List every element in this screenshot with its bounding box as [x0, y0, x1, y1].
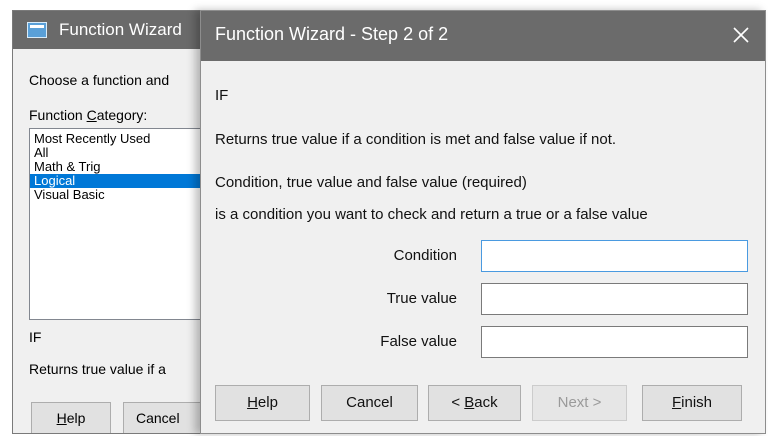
- condition-input[interactable]: [481, 240, 748, 272]
- background-window-title: Function Wizard: [59, 20, 182, 39]
- help-button[interactable]: Help: [215, 385, 310, 421]
- function-category-label: Function Category:: [29, 107, 148, 123]
- next-button[interactable]: Next >: [532, 385, 627, 421]
- cancel-button[interactable]: Cancel: [321, 385, 418, 421]
- category-item-most-recently-used[interactable]: Most Recently Used: [30, 132, 218, 146]
- app-window-icon: [27, 22, 47, 38]
- background-wizard-window[interactable]: Function Wizard Choose a function and Fu…: [12, 10, 222, 434]
- category-item-math-trig[interactable]: Math & Trig: [30, 160, 218, 174]
- finish-button[interactable]: Finish: [642, 385, 742, 421]
- argument-description: is a condition you want to check and ret…: [215, 206, 648, 223]
- background-title-bar[interactable]: Function Wizard: [13, 11, 221, 49]
- function-name: IF: [215, 87, 229, 104]
- dialog-title-bar[interactable]: Function Wizard - Step 2 of 2: [201, 11, 765, 61]
- close-icon[interactable]: [731, 25, 751, 45]
- function-category-list[interactable]: Most Recently Used All Math & Trig Logic…: [29, 128, 219, 320]
- background-function-description: Returns true value if a: [29, 361, 166, 377]
- arguments-heading: Condition, true value and false value (r…: [215, 174, 527, 191]
- background-function-name: IF: [29, 329, 42, 345]
- dialog-title: Function Wizard - Step 2 of 2: [215, 24, 449, 44]
- function-description: Returns true value if a condition is met…: [215, 131, 617, 148]
- back-button[interactable]: < Back: [428, 385, 521, 421]
- category-item-logical[interactable]: Logical: [30, 174, 218, 188]
- true-value-label: True value: [386, 290, 457, 307]
- true-value-input[interactable]: [481, 283, 748, 315]
- condition-label: Condition: [393, 247, 457, 264]
- function-wizard-step2-dialog[interactable]: Function Wizard - Step 2 of 2 IF Returns…: [200, 10, 766, 434]
- category-item-visual-basic[interactable]: Visual Basic: [30, 188, 218, 202]
- choose-function-prompt: Choose a function and: [29, 72, 170, 88]
- false-value-label: False value: [380, 333, 457, 350]
- background-help-button[interactable]: Help: [31, 402, 111, 433]
- category-item-all[interactable]: All: [30, 146, 218, 160]
- false-value-input[interactable]: [481, 326, 748, 358]
